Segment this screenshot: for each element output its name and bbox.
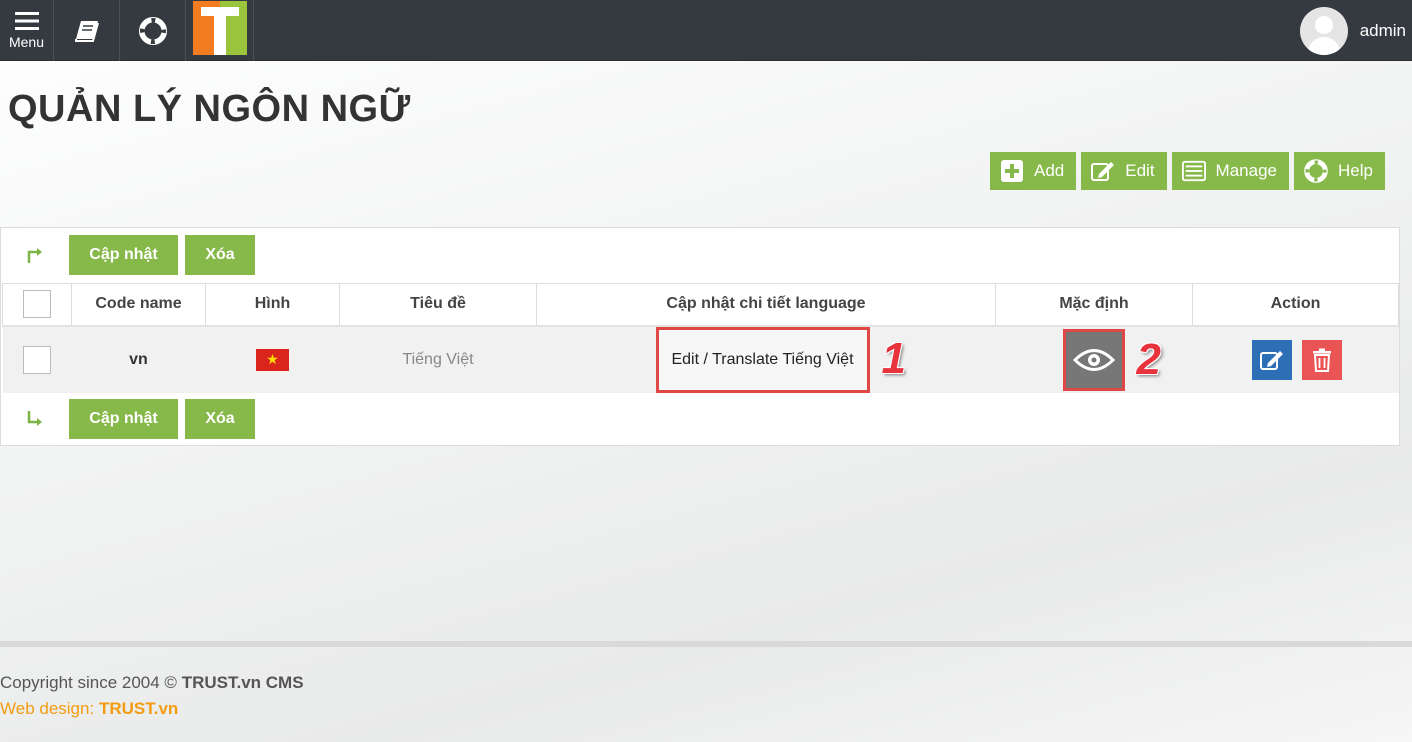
- bulk-actions-top: Cập nhật Xóa: [1, 235, 257, 275]
- translate-link[interactable]: Edit / Translate Tiếng Việt: [655, 326, 870, 393]
- edit-icon: [1259, 350, 1283, 370]
- action-toolbar: Add Edit Manage Help: [990, 152, 1385, 190]
- menu-button[interactable]: Menu: [0, 0, 54, 61]
- edit-label: Edit: [1125, 161, 1155, 180]
- eye-icon: [1072, 348, 1115, 371]
- lifebuoy-icon: [1304, 159, 1328, 183]
- table-row: vn ★ Tiếng Việt Edit / Translate Tiếng V…: [2, 324, 1399, 393]
- pencil-icon: [1091, 159, 1115, 183]
- copyright-prefix: Copyright since 2004 ©: [0, 673, 177, 692]
- copyright-brand: TRUST.vn CMS: [181, 673, 304, 692]
- user-name: admin: [1359, 20, 1406, 40]
- avatar: [1299, 6, 1348, 55]
- annotation-marker-1: 1: [881, 334, 906, 384]
- lifebuoy-icon: [138, 16, 167, 45]
- set-default-button[interactable]: [1062, 328, 1125, 391]
- select-all-header: [2, 283, 72, 326]
- list-icon: [1181, 159, 1206, 183]
- bulk-actions-bottom: Cập nhật Xóa: [1, 399, 257, 439]
- header-code-name: Code name: [71, 283, 206, 326]
- vietnam-flag-icon: ★: [256, 348, 289, 371]
- select-all-checkbox[interactable]: [23, 290, 51, 319]
- trash-icon: [1312, 348, 1331, 372]
- header-image: Hình: [205, 283, 340, 326]
- manage-button[interactable]: Manage: [1171, 152, 1289, 190]
- language-panel: Cập nhật Xóa Code name Hình Tiêu đề Cập …: [0, 227, 1400, 446]
- arrow-turn-down-right-icon: [1, 410, 69, 428]
- default-cell: 2: [995, 324, 1193, 393]
- row-checkbox[interactable]: [23, 345, 51, 374]
- menu-label: Menu: [8, 34, 45, 50]
- table-header-row: Code name Hình Tiêu đề Cập nhật chi tiết…: [2, 283, 1399, 326]
- action-cell: [1192, 324, 1399, 393]
- help-button[interactable]: Help: [1293, 152, 1385, 190]
- translate-cell: Edit / Translate Tiếng Việt 1: [536, 324, 996, 393]
- trust-logo: [192, 0, 247, 55]
- update-button-bottom[interactable]: Cập nhật: [69, 399, 178, 439]
- home-logo[interactable]: [186, 0, 254, 61]
- language-table: Code name Hình Tiêu đề Cập nhật chi tiết…: [2, 283, 1399, 393]
- support-button[interactable]: [120, 0, 186, 61]
- header-title: Tiêu đề: [339, 283, 537, 326]
- hamburger-icon: [14, 12, 39, 30]
- webdesign-prefix: Web design:: [0, 699, 95, 718]
- edit-row-button[interactable]: [1251, 339, 1292, 380]
- book-icon: [74, 20, 99, 42]
- webdesign-link[interactable]: TRUST.vn: [99, 699, 178, 718]
- delete-button-top[interactable]: Xóa: [185, 235, 255, 275]
- image-cell: ★: [205, 324, 340, 393]
- code-cell: vn: [71, 324, 206, 393]
- add-label: Add: [1034, 161, 1065, 180]
- edit-button[interactable]: Edit: [1081, 152, 1167, 190]
- page-title: QUẢN LÝ NGÔN NGỮ: [8, 88, 411, 130]
- header-action: Action: [1192, 283, 1399, 326]
- manage-label: Manage: [1215, 161, 1277, 180]
- web-design-credit: Web design: TRUST.vn: [0, 699, 178, 719]
- header-default: Mặc định: [995, 283, 1193, 326]
- annotation-marker-2: 2: [1136, 334, 1161, 384]
- top-bar: Menu admin: [0, 0, 1412, 61]
- help-label: Help: [1337, 161, 1373, 180]
- plus-icon: [1000, 159, 1024, 183]
- add-button[interactable]: Add: [990, 152, 1077, 190]
- delete-row-button[interactable]: [1301, 339, 1342, 380]
- delete-button-bottom[interactable]: Xóa: [185, 399, 255, 439]
- user-menu[interactable]: admin: [1299, 0, 1406, 61]
- update-button-top[interactable]: Cập nhật: [69, 235, 178, 275]
- row-select-cell: [2, 324, 72, 393]
- arrow-turn-right-icon: [1, 246, 69, 264]
- footer-divider: [0, 641, 1412, 647]
- header-translate: Cập nhật chi tiết language: [536, 283, 996, 326]
- title-cell: Tiếng Việt: [339, 324, 537, 393]
- manual-button[interactable]: [54, 0, 120, 61]
- copyright: Copyright since 2004 © TRUST.vn CMS: [0, 673, 304, 693]
